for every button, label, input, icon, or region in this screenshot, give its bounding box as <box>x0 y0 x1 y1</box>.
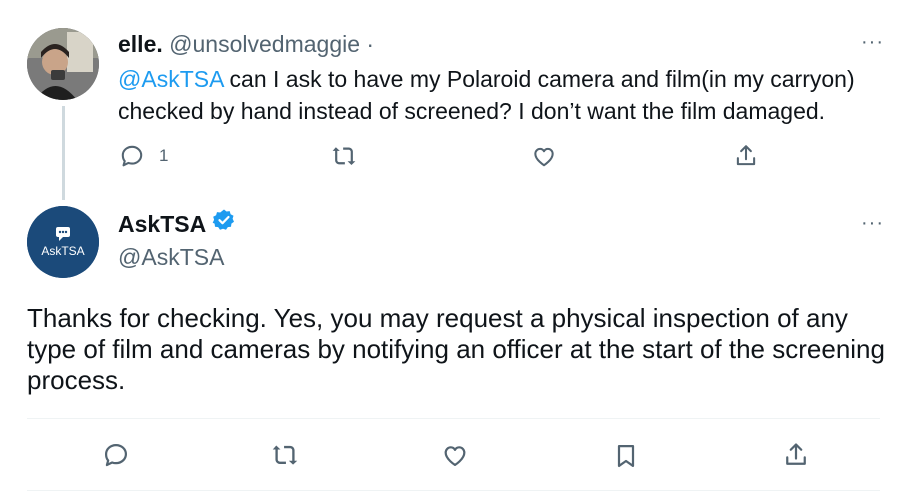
heart-icon <box>534 147 554 167</box>
reply-icon <box>104 443 128 467</box>
tweet1-mention-link[interactable]: @AskTSA <box>118 66 223 92</box>
tweet1-reply-count: 1 <box>159 146 169 165</box>
bookmark-icon <box>617 444 635 468</box>
tweet2-author-name-row: AskTSA <box>118 208 236 239</box>
tweet1-share-button[interactable] <box>733 142 759 170</box>
tweet1-author-handle[interactable]: @unsolvedmaggie <box>169 31 360 57</box>
tweet2-text: Thanks for checking. Yes, you may reques… <box>27 303 885 395</box>
tweet2-share-button[interactable] <box>782 440 810 470</box>
tweet2-bookmark-button[interactable] <box>612 441 640 471</box>
tweet2-reply-button[interactable] <box>102 441 130 469</box>
thread-connector-line <box>62 106 65 200</box>
tweet1-more-button[interactable]: ··· <box>861 32 884 52</box>
tweet2-like-button[interactable] <box>441 441 469 469</box>
tweet1-text-body: can I ask to have my Polaroid camera and… <box>118 66 855 124</box>
tweet1-separator: · <box>366 31 375 57</box>
avatar-label: AskTSA <box>41 244 84 258</box>
share-icon <box>736 145 756 166</box>
avatar-elle[interactable] <box>27 28 99 100</box>
tweet1-text: @AskTSA can I ask to have my Polaroid ca… <box>118 63 888 127</box>
bottom-divider <box>27 490 880 491</box>
tweet1-reply-button[interactable]: 1 <box>119 143 168 169</box>
tweet1-header: elle. @unsolvedmaggie · <box>118 30 374 58</box>
share-icon <box>786 443 806 465</box>
heart-icon <box>444 446 466 467</box>
verified-badge-icon <box>212 208 236 239</box>
reply-icon <box>121 145 143 167</box>
tweet2-author-handle[interactable]: @AskTSA <box>118 242 224 272</box>
avatar-asktsa[interactable]: AskTSA <box>27 206 99 278</box>
retweet-icon <box>272 445 298 465</box>
asktsa-logo: AskTSA <box>27 206 99 278</box>
action-bar-top-divider <box>27 418 880 419</box>
tweet1-author-name[interactable]: elle. <box>118 31 163 57</box>
retweet-icon <box>332 147 356 165</box>
tweet2-author-name[interactable]: AskTSA <box>118 209 206 239</box>
tweet1-retweet-button[interactable] <box>330 143 358 169</box>
tweet2-more-button[interactable]: ··· <box>861 213 884 233</box>
avatar-photo <box>27 28 99 100</box>
tweet1-like-button[interactable] <box>531 143 557 169</box>
tweet2-retweet-button[interactable] <box>270 441 300 469</box>
